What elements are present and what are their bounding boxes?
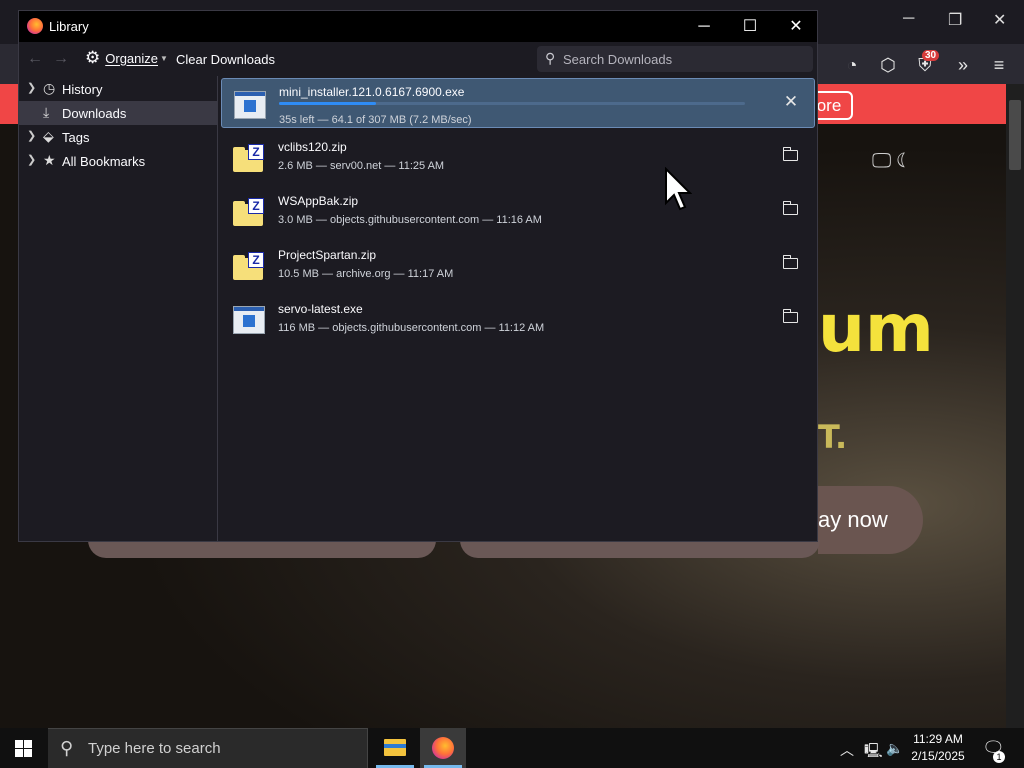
exe-file-icon <box>234 91 266 119</box>
sidebar-item-tags[interactable]: ❯ ⬙ Tags <box>19 125 218 149</box>
extensions-icon[interactable]: ⬡ <box>877 54 899 76</box>
vpn-icon[interactable]: ◔ <box>841 54 863 76</box>
sidebar-item-label: All Bookmarks <box>62 154 146 169</box>
taskbar-search-box[interactable]: ⚲ Type here to search <box>48 728 368 768</box>
show-in-folder-icon[interactable] <box>781 253 801 273</box>
start-button[interactable] <box>0 728 48 768</box>
search-icon: ⚲ <box>545 50 556 66</box>
sidebar-item-history[interactable]: ❯ ◷ History <box>19 77 218 101</box>
clear-downloads-button[interactable]: Clear Downloads <box>176 52 275 67</box>
clock-date: 2/15/2025 <box>911 749 965 763</box>
expand-chevron-icon[interactable]: ❯ <box>27 153 36 166</box>
star-icon: ★ <box>43 152 56 168</box>
download-status: 10.5 MB — archive.org — 11:17 AM <box>278 268 454 280</box>
exe-file-icon <box>233 306 265 334</box>
sidebar-item-label: Tags <box>62 130 90 145</box>
search-icon: ⚲ <box>60 738 74 758</box>
download-row[interactable]: Z vclibs120.zip 2.6 MB — serv00.net — 11… <box>221 132 815 182</box>
download-status: 3.0 MB — objects.githubusercontent.com —… <box>278 214 542 226</box>
download-status: 116 MB — objects.githubusercontent.com —… <box>278 322 545 334</box>
library-minimize-button[interactable]: ─ <box>681 11 727 42</box>
hero-subheading: T. <box>818 418 848 456</box>
windows-taskbar: ⚲ Type here to search ︿ 🖳 🔈 11:29 AM 2/1… <box>0 728 1024 768</box>
expand-chevron-icon[interactable]: ❯ <box>27 129 36 142</box>
theme-toggle-icons[interactable]: 🖵 ☾ <box>872 150 911 173</box>
file-explorer-icon <box>384 739 406 756</box>
zip-file-icon: Z <box>233 198 265 226</box>
show-in-folder-icon[interactable] <box>781 145 801 165</box>
gear-icon: ⚙ <box>85 48 101 67</box>
zip-file-icon: Z <box>233 144 265 172</box>
hamburger-menu-icon[interactable]: ≡ <box>988 54 1010 76</box>
cancel-download-icon[interactable]: ✕ <box>781 92 801 112</box>
play-now-button[interactable]: ay now <box>818 486 923 554</box>
library-maximize-button[interactable]: ☐ <box>727 11 773 42</box>
download-filename: mini_installer.121.0.6167.6900.exe <box>279 85 465 99</box>
download-filename: servo-latest.exe <box>278 302 363 316</box>
download-icon: ⤓ <box>43 104 50 120</box>
dropdown-caret-icon: ▼ <box>160 53 168 63</box>
browser-close-button[interactable]: ✕ <box>993 10 1006 30</box>
show-hidden-icons-chevron-icon[interactable]: ︿ <box>840 740 854 760</box>
organize-label: Organize <box>105 50 158 66</box>
browser-minimize-button[interactable]: ─ <box>903 10 914 28</box>
browser-restore-button[interactable]: ❐ <box>948 10 962 30</box>
download-status: 2.6 MB — serv00.net — 11:25 AM <box>278 160 445 172</box>
library-window: Library ─ ☐ ✕ ← → ⚙ Organize ▼ Clear Dow… <box>18 10 818 542</box>
download-status: 35s left — 64.1 of 307 MB (7.2 MB/sec) <box>279 114 472 126</box>
download-row[interactable]: Z WSAppBak.zip 3.0 MB — objects.githubus… <box>221 186 815 236</box>
firefox-icon <box>432 737 454 759</box>
show-in-folder-icon[interactable] <box>781 307 801 327</box>
tag-icon: ⬙ <box>43 128 54 144</box>
forward-arrow-icon[interactable]: → <box>53 50 69 68</box>
search-placeholder: Search Downloads <box>563 52 673 67</box>
firefox-icon <box>27 18 43 34</box>
network-icon[interactable]: 🖳 <box>864 740 883 764</box>
sidebar-item-all-bookmarks[interactable]: ❯ ★ All Bookmarks <box>19 149 218 173</box>
download-row[interactable]: Z ProjectSpartan.zip 10.5 MB — archive.o… <box>221 240 815 290</box>
ublock-count-badge: 30 <box>922 50 940 61</box>
sidebar-item-label: History <box>62 82 103 97</box>
taskbar-file-explorer[interactable] <box>372 728 418 768</box>
mouse-cursor-icon <box>665 167 692 211</box>
overflow-chevron-icon[interactable]: » <box>952 54 974 76</box>
download-row[interactable]: servo-latest.exe 116 MB — objects.github… <box>221 294 815 344</box>
sidebar-item-label: Downloads <box>62 106 127 121</box>
sidebar-item-downloads[interactable]: ⤓ Downloads <box>19 101 218 125</box>
hero-button-middle[interactable] <box>460 540 820 558</box>
expand-chevron-icon[interactable]: ❯ <box>27 81 36 94</box>
library-titlebar[interactable]: Library ─ ☐ ✕ <box>19 11 817 42</box>
library-close-button[interactable]: ✕ <box>773 11 819 42</box>
zip-file-icon: Z <box>233 252 265 280</box>
taskbar-search-placeholder: Type here to search <box>88 740 221 757</box>
download-row-active[interactable]: mini_installer.121.0.6167.6900.exe 35s l… <box>221 78 815 128</box>
clock-time: 11:29 AM <box>913 732 963 746</box>
show-in-folder-icon[interactable] <box>781 199 801 219</box>
download-filename: WSAppBak.zip <box>278 194 359 208</box>
library-title: Library <box>49 19 89 34</box>
hero-button-left[interactable] <box>88 540 436 558</box>
download-filename: ProjectSpartan.zip <box>278 248 377 262</box>
downloads-list: mini_installer.121.0.6167.6900.exe 35s l… <box>219 76 817 541</box>
taskbar-clock[interactable]: 11:29 AM 2/15/2025 <box>898 731 978 765</box>
library-sidebar: ❯ ◷ History ⤓ Downloads ❯ ⬙ Tags ❯ ★ All… <box>19 76 218 541</box>
download-progress-bar <box>279 102 745 105</box>
page-scrollbar-thumb[interactable] <box>1009 100 1021 170</box>
taskbar-firefox[interactable] <box>420 728 466 768</box>
library-toolbar: ← → ⚙ Organize ▼ Clear Downloads ⚲ Searc… <box>19 42 817 76</box>
download-progress-fill <box>279 102 377 105</box>
organize-menu-button[interactable]: ⚙ Organize ▼ <box>85 48 168 67</box>
back-arrow-icon[interactable]: ← <box>27 50 43 68</box>
clock-icon: ◷ <box>43 80 56 96</box>
notification-count-badge: 1 <box>993 751 1005 763</box>
hero-heading: um <box>818 290 934 367</box>
download-filename: vclibs120.zip <box>278 140 347 154</box>
search-downloads-input[interactable]: ⚲ Search Downloads <box>537 46 813 72</box>
page-scrollbar[interactable] <box>1006 84 1024 728</box>
